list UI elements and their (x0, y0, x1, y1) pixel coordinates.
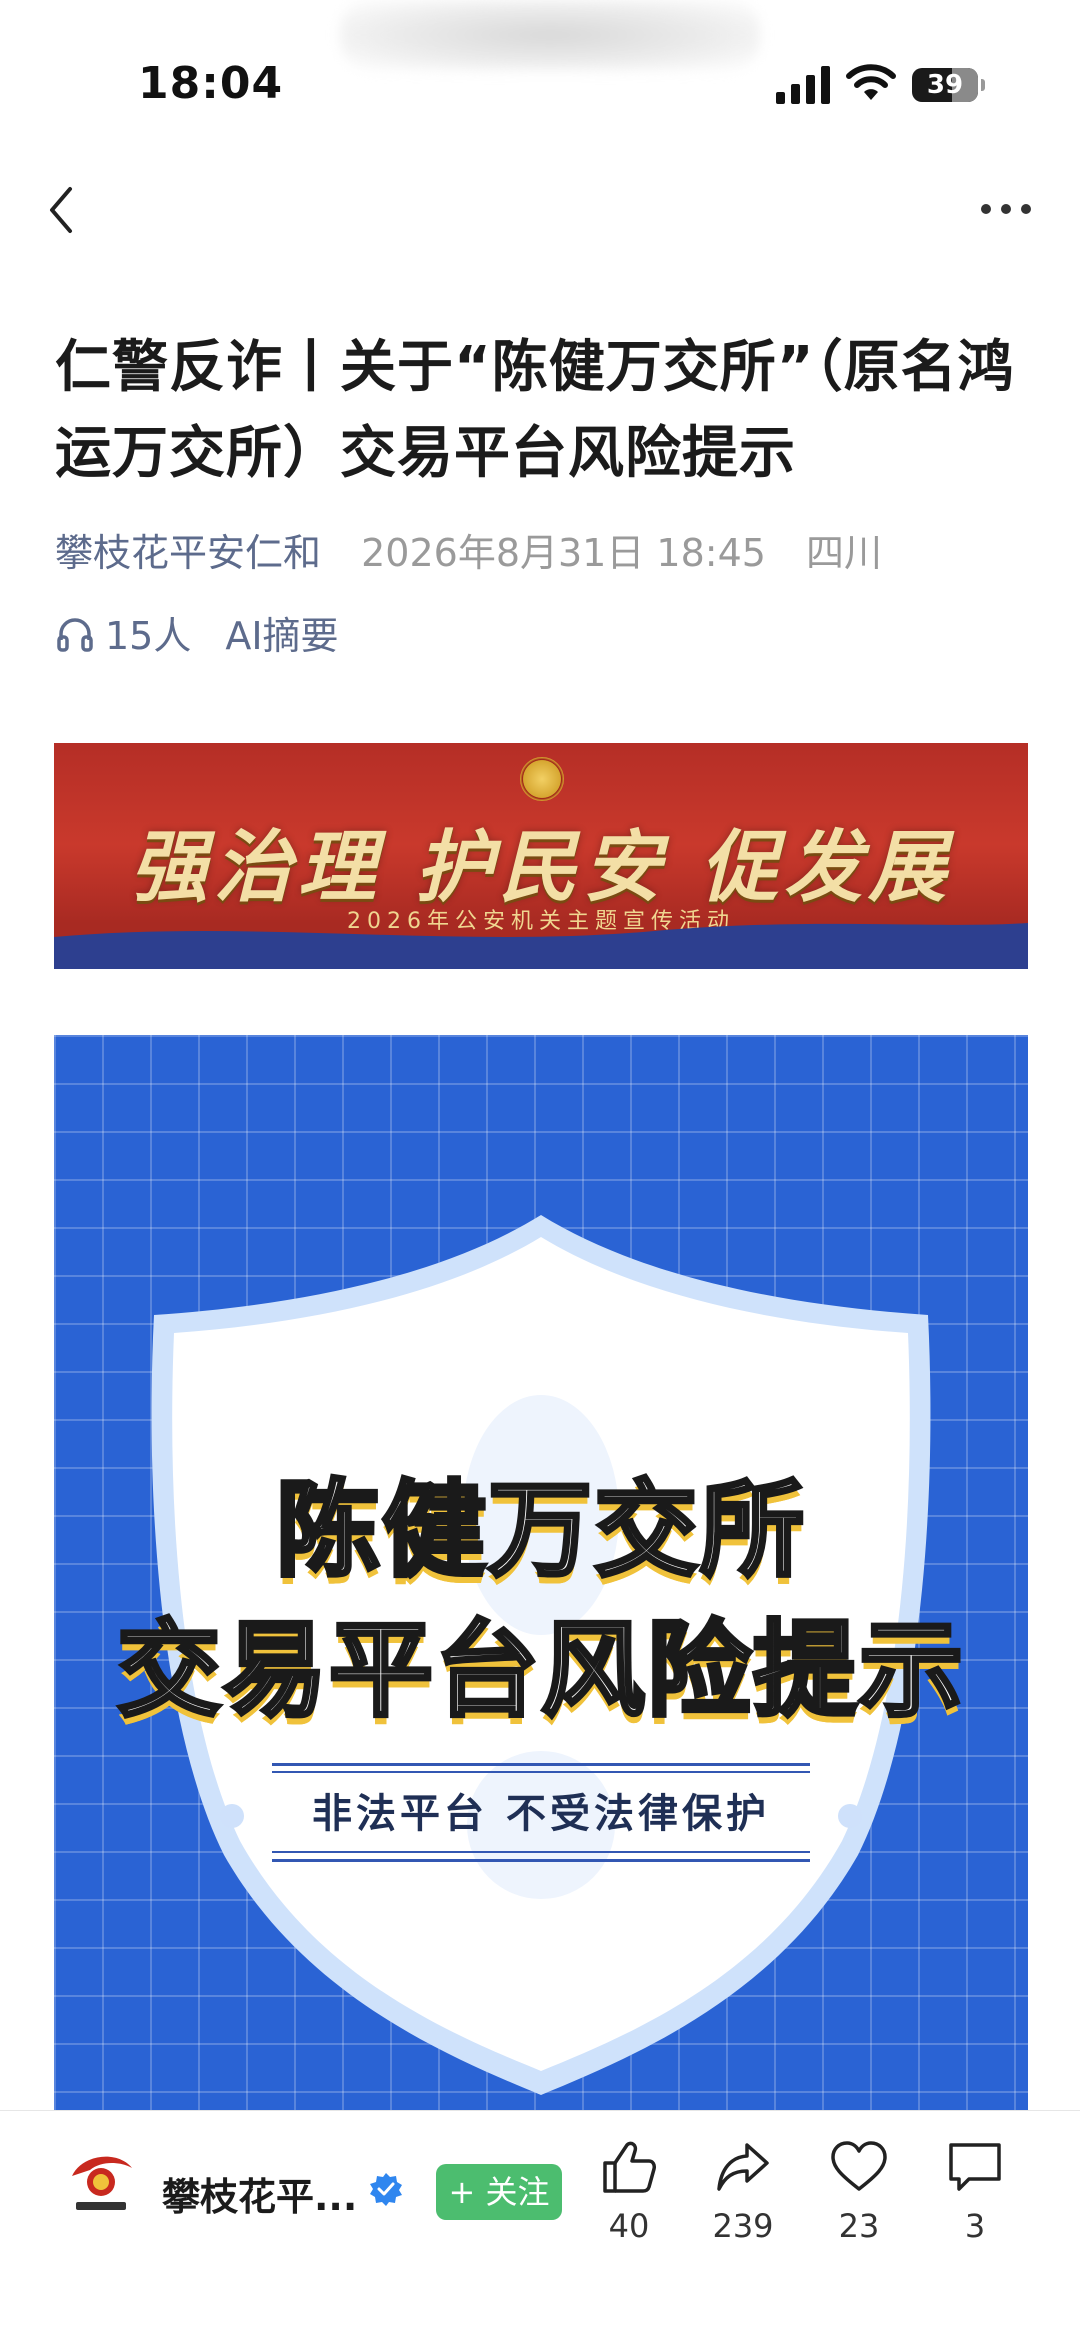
favorite-button[interactable]: 23 (814, 2139, 904, 2245)
divider (272, 1859, 810, 1862)
chevron-left-icon[interactable] (42, 185, 82, 235)
police-emblem-icon (520, 757, 564, 801)
verified-badge-icon (370, 2173, 402, 2206)
battery-level: 39 (926, 70, 964, 100)
wifi-icon (846, 64, 896, 100)
status-time: 18:04 (138, 58, 284, 109)
share-button[interactable]: 239 (698, 2139, 788, 2245)
share-count: 239 (712, 2207, 774, 2245)
banner-wave (54, 923, 1028, 969)
poster-headline-2: 交易平台风险提示 (115, 1607, 965, 1733)
divider (272, 1851, 810, 1853)
ai-summary-link[interactable]: AI摘要 (225, 605, 338, 660)
bottom-action-bar: 攀枝花平... + 关注 40 239 23 3 (0, 2110, 1080, 2349)
banner-slogan: 强治理 护民安 促发展 (129, 822, 953, 913)
more-dots-icon[interactable] (978, 196, 1034, 222)
comment-bubble-icon (949, 2143, 1001, 2191)
avatar[interactable] (62, 2146, 140, 2224)
headphone-icon[interactable] (55, 614, 95, 652)
campaign-banner: 强治理 护民安 促发展 2026年公安机关主题宣传活动 (54, 743, 1028, 969)
account-name[interactable]: 攀枝花平... (162, 2166, 357, 2221)
divider (272, 1771, 810, 1773)
divider (272, 1763, 810, 1766)
favorite-count: 23 (838, 2207, 880, 2245)
comment-count: 3 (964, 2207, 986, 2245)
risk-poster-image: 陈健万交所 交易平台风险提示 非法平台 不受法律保护 (54, 1035, 1028, 2110)
like-button[interactable]: 40 (584, 2139, 674, 2245)
poster-headline-1: 陈健万交所 (274, 1467, 806, 1593)
account-logo-icon (72, 2156, 132, 2210)
thumbs-up-icon (603, 2141, 656, 2193)
cellular-signal-icon (776, 66, 830, 104)
article-meta: 攀枝花平安仁和 2026年8月31日 18:45 四川 (55, 522, 882, 577)
comment-button[interactable]: 3 (930, 2139, 1020, 2245)
listener-count[interactable]: 15人 (105, 605, 191, 660)
share-arrow-icon (717, 2143, 769, 2191)
article-extras: 15人 AI摘要 (55, 605, 339, 660)
author-link[interactable]: 攀枝花平安仁和 (55, 531, 321, 575)
heart-icon (831, 2141, 887, 2191)
poster-tagline: 非法平台 不受法律保护 (312, 1791, 770, 1837)
blurred-notification (340, 0, 760, 70)
region-label: 四川 (806, 531, 883, 575)
article-title: 仁警反诈丨关于“陈健万交所”（原名鸿运万交所）交易平台风险提示 (55, 335, 1015, 486)
like-count: 40 (608, 2207, 650, 2245)
decor-dot (838, 1804, 862, 1828)
battery-icon: 39 (912, 68, 985, 102)
status-bar: 18:04 39 (0, 0, 1080, 150)
publish-datetime: 2026年8月31日 18:45 (361, 531, 766, 575)
follow-button[interactable]: + 关注 (436, 2164, 562, 2220)
